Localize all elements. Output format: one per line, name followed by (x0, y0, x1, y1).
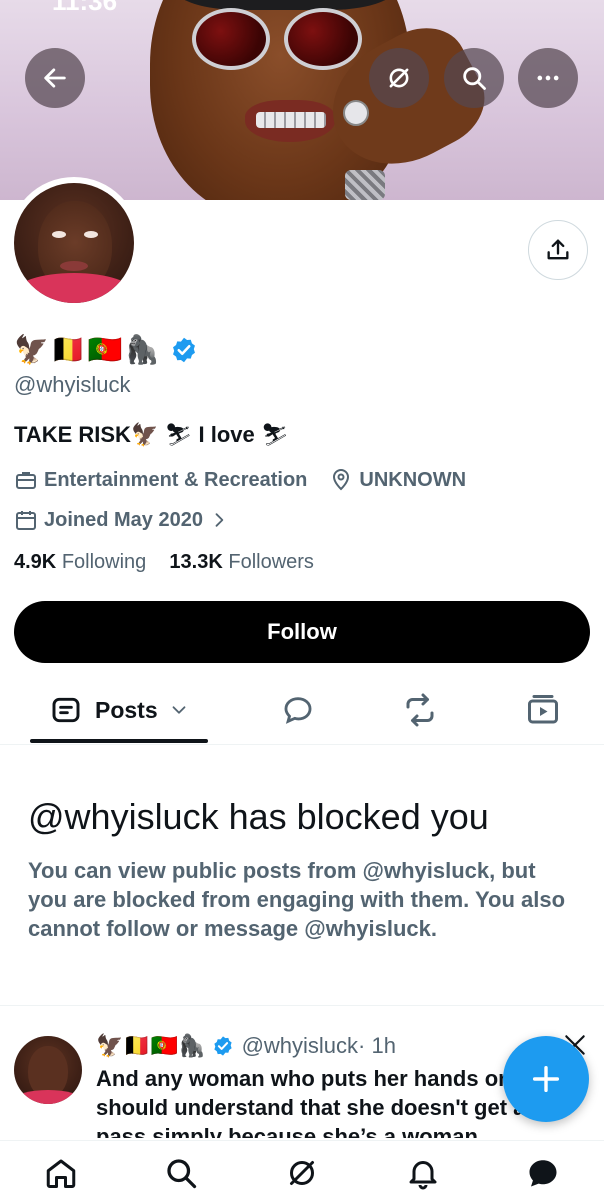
display-name-emoji-4: 🦍 (124, 333, 160, 366)
follow-stats: 4.9K Following 13.3K Followers (14, 551, 314, 574)
blocked-description: You can view public posts from @whyisluc… (28, 858, 566, 941)
post-author-emojis: 🦅🇧🇪🇵🇹🦍 (96, 1033, 206, 1059)
messages-icon[interactable] (525, 1155, 561, 1191)
grok-icon[interactable] (284, 1155, 320, 1191)
chevron-down-icon[interactable] (168, 699, 190, 721)
plus-icon (532, 1065, 560, 1093)
verified-badge-icon (213, 1036, 232, 1056)
banner-art-ring (343, 100, 369, 126)
reply-bubble-icon (284, 697, 312, 724)
profile-tabs: Posts (0, 680, 604, 745)
tab-active-indicator (30, 739, 208, 743)
blocked-title: @whyisluck has blocked you (28, 796, 489, 837)
avatar[interactable] (14, 183, 134, 303)
following-label: Following (61, 551, 147, 573)
display-name-emoji-1: 🦅 (14, 333, 49, 366)
profile-meta-row: Entertainment & Recreation UNKNOWN (14, 468, 466, 492)
posts-icon (52, 697, 80, 723)
bio-emoji-1: 🦅 (130, 423, 159, 448)
display-name-emoji-2: 🇧🇪 (50, 333, 86, 366)
grok-icon (389, 68, 409, 88)
followers-label: Followers (228, 551, 314, 573)
more-dots-icon (537, 75, 559, 81)
grok-button[interactable] (369, 48, 429, 108)
post-avatar[interactable] (14, 1036, 82, 1104)
followers-link[interactable]: 13.3K Followers (169, 551, 314, 573)
back-button[interactable] (25, 48, 85, 108)
search-icon (463, 67, 486, 90)
divider (0, 1005, 604, 1006)
tab-media[interactable] (525, 680, 561, 740)
post-time: · 1h (358, 1033, 396, 1058)
chevron-right-icon (215, 513, 224, 527)
display-name: 🦅 🇧🇪 🇵🇹 🦍 (14, 330, 198, 370)
bottom-nav (0, 1140, 604, 1201)
search-icon[interactable] (163, 1155, 199, 1191)
profile-handle: @whyisluck (14, 372, 131, 397)
tab-reposts[interactable] (402, 680, 438, 740)
calendar-icon (16, 511, 36, 530)
following-link[interactable]: 4.9K Following (14, 551, 146, 573)
media-icon (528, 695, 558, 724)
tab-posts[interactable]: Posts (50, 680, 190, 740)
share-icon (547, 239, 569, 260)
location-pin-icon (333, 469, 350, 491)
arrow-left-icon (44, 68, 66, 88)
profile-location: UNKNOWN (359, 468, 467, 491)
bio-emoji-3: ⛷ (260, 423, 289, 448)
profile-joined: Joined May 2020 (44, 508, 203, 531)
profile-category: Entertainment & Recreation (44, 468, 308, 491)
post-handle: @whyisluck (241, 1033, 359, 1058)
profile-joined-row[interactable]: Joined May 2020 (14, 508, 235, 532)
tab-posts-label: Posts (95, 696, 158, 723)
compose-button[interactable] (503, 1036, 589, 1122)
status-time: 11:36 (52, 0, 118, 16)
tab-replies[interactable] (281, 680, 315, 740)
bio-text-2: I love (198, 422, 255, 447)
profile-bio: TAKE RISK🦅 ⛷ I love ⛷ (14, 422, 289, 448)
share-button[interactable] (528, 220, 588, 280)
verified-badge-icon[interactable] (170, 336, 198, 364)
search-button[interactable] (444, 48, 504, 108)
followers-count: 13.3K (169, 551, 223, 573)
display-name-emoji-3: 🇵🇹 (87, 333, 123, 366)
banner-art-chain (345, 170, 385, 200)
bio-emoji-2: ⛷ (164, 423, 193, 448)
home-icon[interactable] (43, 1155, 79, 1191)
following-count: 4.9K (14, 551, 57, 573)
notifications-icon[interactable] (405, 1155, 441, 1191)
banner-art-teeth (256, 112, 326, 128)
more-button[interactable] (518, 48, 578, 108)
bio-text-1: TAKE RISK (14, 422, 131, 447)
banner-art-glasses (192, 8, 362, 74)
briefcase-icon (16, 472, 36, 489)
follow-button[interactable]: Follow (14, 601, 590, 663)
profile-banner[interactable]: 11:36 (0, 0, 604, 200)
post-header: 🦅🇧🇪🇵🇹🦍 @whyisluck · 1h (96, 1030, 396, 1062)
repost-icon (406, 693, 434, 727)
